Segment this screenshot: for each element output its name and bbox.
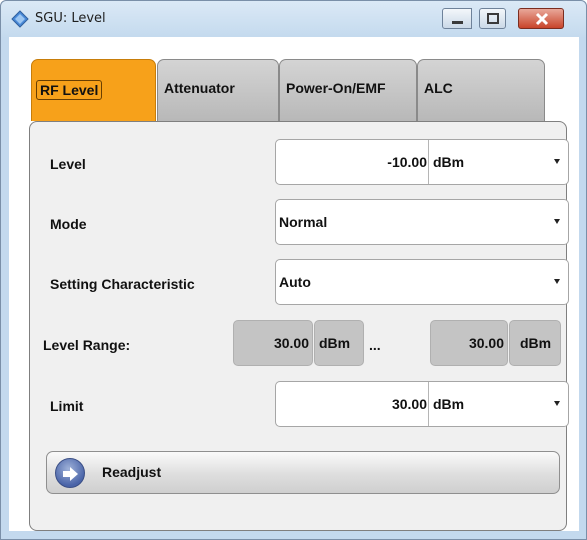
maximize-icon <box>487 13 499 24</box>
setting-characteristic-select[interactable]: Auto <box>275 259 569 305</box>
range-separator: ... <box>369 337 381 353</box>
readjust-button[interactable]: Readjust <box>46 451 560 494</box>
level-field[interactable]: -10.00 dBm <box>275 139 569 185</box>
limit-label: Limit <box>50 398 84 414</box>
tab-label: ALC <box>424 80 453 96</box>
chevron-down-icon[interactable] <box>554 159 560 164</box>
mode-label: Mode <box>50 216 87 232</box>
level-unit[interactable]: dBm <box>433 154 464 170</box>
tab-label: Power-On/EMF <box>286 80 386 96</box>
tab-alc[interactable]: ALC <box>417 59 545 121</box>
chevron-down-icon[interactable] <box>554 401 560 406</box>
mode-select[interactable]: Normal <box>275 199 569 245</box>
tab-rf-level[interactable]: RF Level <box>31 59 156 121</box>
diamond-app-icon <box>11 10 29 28</box>
tab-label: RF Level <box>36 80 103 100</box>
tab-attenuator[interactable]: Attenuator <box>157 59 279 121</box>
level-range-min-value: 30.00 <box>233 320 313 366</box>
level-range-max-unit: dBm <box>509 320 561 366</box>
chevron-down-icon[interactable] <box>554 219 560 224</box>
setting-characteristic-label: Setting Characteristic <box>50 276 195 292</box>
field-divider <box>428 382 429 426</box>
close-icon <box>535 12 549 26</box>
limit-value[interactable]: 30.00 <box>392 396 427 412</box>
field-divider <box>428 140 429 184</box>
level-value[interactable]: -10.00 <box>387 154 427 170</box>
chevron-down-icon[interactable] <box>554 279 560 284</box>
title-bar[interactable]: SGU: Level <box>1 1 586 37</box>
level-label: Level <box>50 156 86 172</box>
level-range-min-unit: dBm <box>314 320 364 366</box>
arrow-right-circle-icon <box>55 458 85 488</box>
level-range-label: Level Range: <box>43 337 131 353</box>
readjust-label: Readjust <box>102 464 162 480</box>
setting-characteristic-value: Auto <box>279 274 311 290</box>
tab-power-on-emf[interactable]: Power-On/EMF <box>279 59 417 121</box>
minimize-button[interactable] <box>442 8 472 29</box>
tab-area: RF Level Attenuator Power-On/EMF ALC Lev… <box>9 37 579 531</box>
rf-level-panel: Level -10.00 dBm Mode Normal Setting Cha… <box>29 121 569 531</box>
window-title: SGU: Level <box>35 11 106 26</box>
maximize-button[interactable] <box>479 8 506 29</box>
limit-field[interactable]: 30.00 dBm <box>275 381 569 427</box>
limit-unit[interactable]: dBm <box>433 396 464 412</box>
mode-value: Normal <box>279 214 328 230</box>
minimize-icon <box>452 21 463 24</box>
app-window: SGU: Level RF Level Attenuator Power-On/… <box>0 0 587 540</box>
tab-label: Attenuator <box>164 80 235 96</box>
close-button[interactable] <box>518 8 564 29</box>
level-range-max-value: 30.00 <box>430 320 508 366</box>
